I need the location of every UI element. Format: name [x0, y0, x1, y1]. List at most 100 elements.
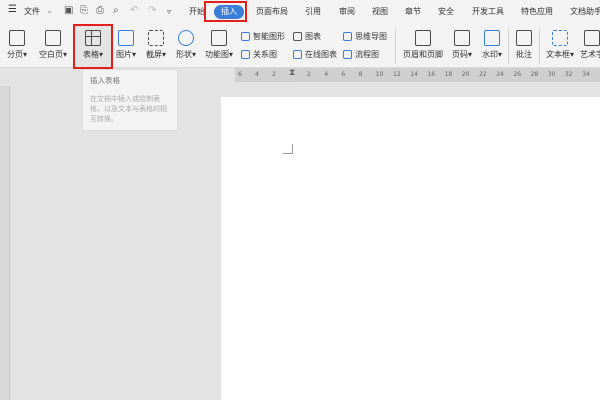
ruler-number: 6	[341, 71, 346, 78]
tab-view[interactable]: 视图	[372, 6, 388, 17]
comment-icon	[516, 30, 532, 46]
horizontal-ruler[interactable]: 6 4 2 ⧗ 24681012141618202224262830323436	[235, 68, 600, 82]
label: 功能图	[204, 50, 229, 59]
hamburger-icon[interactable]: ☰	[8, 4, 17, 15]
label: 表格	[82, 50, 99, 59]
ruler-number: 30	[547, 71, 556, 78]
undo-icon[interactable]: ↶	[130, 5, 138, 16]
ruler-number: 8	[358, 71, 363, 78]
function-chart-icon	[211, 30, 227, 46]
ruler-number: 6	[238, 71, 242, 78]
shape-icon	[178, 30, 194, 46]
ruler-number: 32	[565, 71, 573, 78]
label: 流程图	[355, 50, 379, 59]
tab-home[interactable]: 开始	[189, 6, 205, 17]
watermark-icon	[484, 30, 500, 46]
label: 水印	[481, 50, 498, 59]
tab-page-layout[interactable]: 页面布局	[256, 6, 288, 17]
art-text-button[interactable]: 艺术字	[580, 30, 600, 60]
page-number-button[interactable]: 页码▾	[448, 30, 476, 60]
print-preview-icon[interactable]: ⌕	[113, 5, 119, 16]
label: 页码	[451, 50, 468, 59]
label: 在线图表	[305, 50, 337, 59]
label: 分页	[6, 50, 23, 59]
blank-page-button[interactable]: 空白页▾	[36, 30, 70, 60]
header-footer-button[interactable]: 页眉和页脚	[400, 30, 446, 60]
art-text-icon	[584, 30, 600, 46]
smart-art-icon	[241, 32, 250, 41]
label: 截屏	[145, 50, 162, 59]
blank-page-icon	[45, 30, 61, 46]
textbox-icon	[552, 30, 568, 46]
margin-corner-mark	[283, 144, 293, 154]
picture-button[interactable]: 图片▾	[112, 30, 140, 60]
divider	[539, 28, 540, 64]
label: 空白页	[38, 50, 63, 59]
ruler-number: 12	[393, 71, 401, 78]
screenshot-button[interactable]: 截屏▾	[142, 30, 170, 60]
vertical-ruler[interactable]	[0, 86, 10, 400]
more-icon[interactable]: ▿	[167, 7, 171, 16]
function-chart-button[interactable]: 功能图▾	[202, 30, 236, 60]
label: 批注	[516, 50, 532, 59]
ruler-number: 4	[255, 71, 259, 78]
mind-map-button[interactable]: 思维导图	[343, 31, 387, 42]
mind-map-icon	[343, 32, 352, 41]
print-icon[interactable]: ⎙	[96, 5, 104, 16]
ruler-number: 16	[427, 71, 436, 78]
tab-developer[interactable]: 开发工具	[472, 6, 504, 17]
chart-button[interactable]: 图表	[293, 31, 321, 42]
table-tooltip: 插入表格 在文档中插入或绘制表格，以及文本与表格的相互转换。	[82, 69, 178, 131]
shape-button[interactable]: 形状▾	[172, 30, 200, 60]
watermark-button[interactable]: 水印▾	[478, 30, 506, 60]
tab-chapter[interactable]: 章节	[405, 6, 421, 17]
textbox-button[interactable]: 文本框▾	[543, 30, 577, 60]
table-icon	[85, 30, 101, 46]
ruler-number: 14	[410, 71, 418, 78]
label: 图表	[305, 32, 321, 41]
ruler-number: 4	[324, 71, 329, 78]
table-button[interactable]: 表格▾	[77, 30, 109, 60]
page-break-button[interactable]: 分页▾	[4, 30, 30, 60]
label: 页眉和页脚	[403, 50, 443, 59]
tooltip-title: 插入表格	[90, 76, 120, 85]
ruler-number: 20	[461, 71, 470, 78]
tab-features[interactable]: 特色应用	[521, 6, 553, 17]
header-footer-icon	[415, 30, 431, 46]
online-chart-button[interactable]: 在线图表	[293, 49, 337, 60]
label: 思维导图	[355, 32, 387, 41]
flowchart-button[interactable]: 流程图	[343, 49, 379, 60]
flowchart-icon	[343, 50, 352, 59]
chevron-down-icon[interactable]: ⌄	[46, 6, 53, 15]
ruler-number: 26	[513, 71, 522, 78]
comment-button[interactable]: 批注	[512, 30, 536, 60]
ruler-number: 34	[582, 71, 590, 78]
tab-review[interactable]: 审阅	[339, 6, 355, 17]
file-menu[interactable]: 文件	[24, 6, 40, 17]
ruler-number: 28	[530, 71, 539, 78]
online-chart-icon	[293, 50, 302, 59]
ruler-number: 24	[496, 71, 504, 78]
tab-references[interactable]: 引用	[305, 6, 321, 17]
relation-icon	[241, 50, 250, 59]
export-icon[interactable]: ⎘	[80, 5, 88, 16]
chart-icon	[293, 32, 302, 41]
tab-doc-assistant[interactable]: 文档助手	[570, 6, 600, 17]
tab-security[interactable]: 安全	[438, 6, 454, 17]
ruler-number: 10	[375, 71, 384, 78]
ruler-number: 22	[479, 71, 487, 78]
redo-icon[interactable]: ↷	[148, 5, 156, 16]
document-page[interactable]	[221, 97, 600, 400]
tooltip-body: 在文档中插入或绘制表格，以及文本与表格的相互转换。	[90, 95, 167, 123]
ruler-number: 2	[272, 71, 276, 78]
label: 图片	[115, 50, 132, 59]
label: 艺术字	[580, 50, 600, 59]
relation-button[interactable]: 关系图	[241, 49, 277, 60]
indent-marker-icon[interactable]: ⧗	[289, 68, 295, 78]
smart-art-button[interactable]: 智能图形	[241, 31, 285, 42]
tab-insert[interactable]: 插入	[214, 5, 244, 19]
label: 形状	[175, 50, 192, 59]
ruler-number: 2	[307, 71, 311, 78]
divider	[395, 28, 396, 64]
save-icon[interactable]: ▣	[64, 5, 73, 16]
